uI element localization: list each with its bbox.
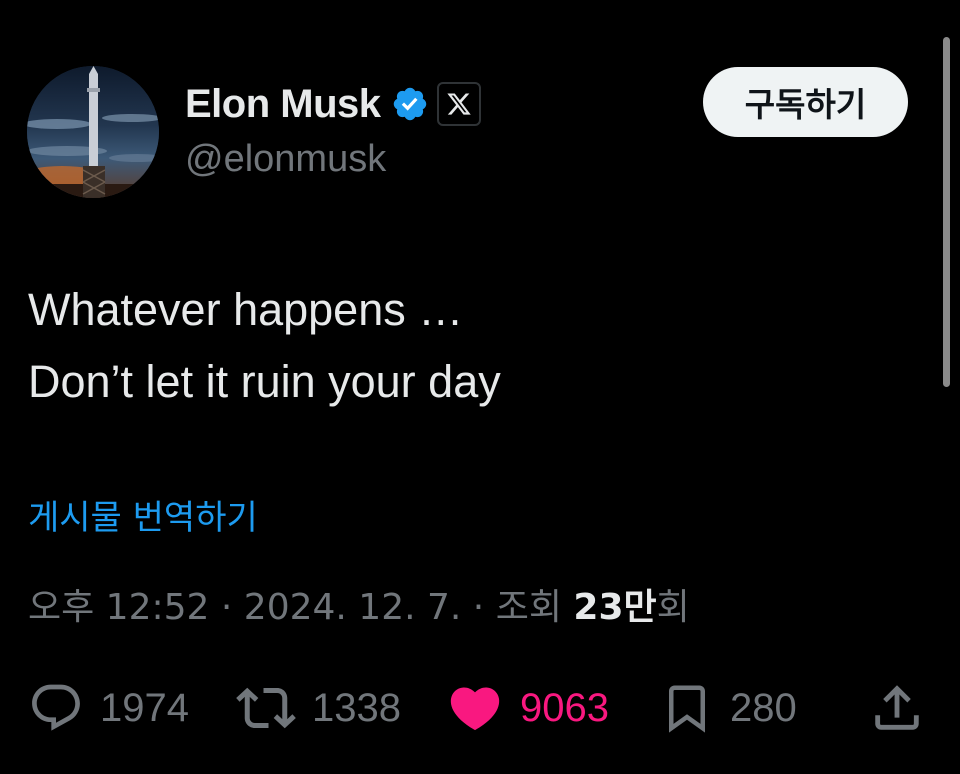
verified-badge-icon[interactable] [391,85,429,123]
bookmark-button[interactable]: 280 [660,676,797,740]
tweet-text-line: Don’t let it ruin your day [28,356,501,407]
author-name-row: Elon Musk [185,80,481,128]
views-count: 23만 [573,587,657,628]
views-suffix: 회 [656,587,690,628]
repost-icon [236,687,296,729]
reply-count: 1974 [100,685,189,730]
post-date[interactable]: 2024. 12. 7. [244,587,462,628]
author-avatar[interactable] [27,66,159,198]
bookmark-count: 280 [730,685,797,730]
avatar-image [27,66,159,198]
like-count: 9063 [520,685,609,730]
meta-separator: · [220,587,233,628]
translate-post-link[interactable]: 게시물 번역하기 [28,490,258,539]
bookmark-icon [669,685,705,733]
tweet-text: Whatever happens … Don’t let it ruin you… [28,274,501,418]
repost-count: 1338 [312,685,401,730]
x-logo-icon [446,93,471,115]
reply-icon [32,684,80,731]
scrollbar-thumb[interactable] [943,37,950,387]
tweet-meta: 오후 12:52 · 2024. 12. 7. · 조회 23만회 [28,578,690,630]
author-handle[interactable]: @elonmusk [185,138,481,181]
share-button[interactable] [868,676,926,740]
post-time[interactable]: 오후 12:52 [28,587,209,628]
share-icon [875,685,919,730]
reply-button[interactable]: 1974 [28,676,189,740]
tweet-text-line: Whatever happens … [28,284,464,335]
author-info: Elon Musk @elonmusk [185,80,481,181]
meta-separator: · [472,587,485,628]
repost-button[interactable]: 1338 [236,676,401,740]
author-display-name[interactable]: Elon Musk [185,82,381,127]
heart-icon [450,687,500,731]
x-affiliate-badge-icon[interactable] [436,82,481,126]
like-button[interactable]: 9063 [446,676,609,740]
subscribe-button[interactable]: 구독하기 [703,67,908,137]
tweet-actions: 1974 1338 9063 280 [0,676,960,740]
views-label: 조회 [495,587,562,628]
